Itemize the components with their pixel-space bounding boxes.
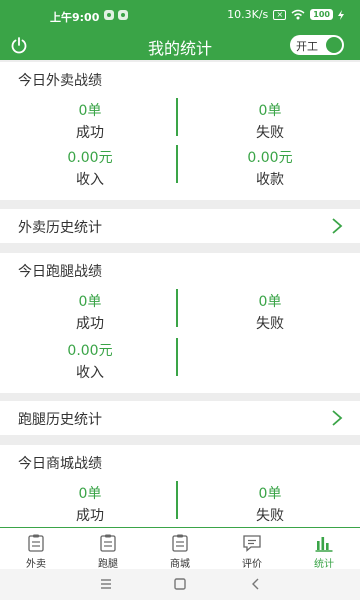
stat-label: 失败 bbox=[256, 508, 284, 524]
stat-label: 失败 bbox=[256, 316, 284, 332]
clipboard-icon bbox=[28, 534, 44, 552]
divider bbox=[176, 145, 178, 183]
takeaway-collect-stat: 0.00元 收款 bbox=[180, 147, 360, 189]
status-time: 上午9:00 bbox=[50, 11, 100, 24]
takeaway-success-stat: 0单 成功 bbox=[0, 100, 180, 142]
notification-icon bbox=[118, 10, 128, 20]
mall-fail-stat: 0单 失败 bbox=[180, 483, 360, 525]
stat-label: 成功 bbox=[76, 316, 104, 332]
bottom-tab-bar: 外卖 跑腿 商城 评价 统计 bbox=[0, 527, 360, 570]
tab-label: 评价 bbox=[242, 559, 262, 570]
stat-label: 成功 bbox=[76, 508, 104, 524]
stat-label: 成功 bbox=[76, 125, 104, 141]
errand-income-stat: 0.00元 收入 bbox=[0, 340, 180, 382]
takeaway-today-card: 今日外卖战绩 0单 成功 0单 失败 0.00元 收入 0.00元 收款 bbox=[0, 62, 360, 200]
tab-label: 统计 bbox=[314, 559, 334, 570]
comment-icon bbox=[243, 535, 261, 552]
chevron-right-icon bbox=[332, 218, 343, 234]
stat-label: 收入 bbox=[76, 365, 104, 381]
divider bbox=[176, 481, 178, 519]
back-icon[interactable] bbox=[248, 576, 264, 592]
bar-chart-icon bbox=[315, 537, 333, 552]
stat-value: 0单 bbox=[78, 103, 102, 119]
errand-today-card: 今日跑腿战绩 0单 成功 0单 失败 0.00元 收入 bbox=[0, 253, 360, 393]
card-title: 今日外卖战绩 bbox=[18, 73, 102, 89]
toggle-knob bbox=[326, 37, 342, 53]
divider bbox=[176, 338, 178, 376]
stat-value: 0单 bbox=[78, 486, 102, 502]
system-nav-bar bbox=[0, 569, 360, 600]
tab-mall[interactable]: 商城 bbox=[144, 533, 216, 570]
app-header: 我的统计 开工 bbox=[0, 30, 360, 60]
link-label: 外卖历史统计 bbox=[18, 220, 102, 236]
chevron-right-icon bbox=[332, 410, 343, 426]
tab-label: 商城 bbox=[170, 559, 190, 570]
takeaway-fail-stat: 0单 失败 bbox=[180, 100, 360, 142]
stat-value: 0单 bbox=[78, 294, 102, 310]
tab-errand[interactable]: 跑腿 bbox=[72, 533, 144, 570]
tab-label: 跑腿 bbox=[98, 559, 118, 570]
errand-history-link[interactable]: 跑腿历史统计 bbox=[0, 401, 360, 435]
charging-icon bbox=[338, 9, 344, 20]
status-bar: 上午9:00 10.3K/s × 100 bbox=[0, 0, 360, 30]
stat-value: 0.00元 bbox=[247, 150, 293, 166]
tab-label: 外卖 bbox=[26, 559, 46, 570]
notification-icon bbox=[104, 10, 114, 20]
stat-value: 0单 bbox=[258, 486, 282, 502]
stat-label: 失败 bbox=[256, 125, 284, 141]
card-title: 今日商城战绩 bbox=[18, 456, 102, 472]
menu-icon[interactable] bbox=[98, 576, 114, 592]
home-icon[interactable] bbox=[172, 576, 188, 592]
card-title: 今日跑腿战绩 bbox=[18, 264, 102, 280]
stat-value: 0.00元 bbox=[67, 343, 113, 359]
clipboard-icon bbox=[172, 534, 188, 552]
battery-icon: 100 bbox=[310, 9, 333, 20]
mall-today-card: 今日商城战绩 0单 成功 0单 失败 bbox=[0, 445, 360, 527]
stat-label: 收入 bbox=[76, 172, 104, 188]
errand-fail-stat: 0单 失败 bbox=[180, 291, 360, 333]
takeaway-income-stat: 0.00元 收入 bbox=[0, 147, 180, 189]
stat-value: 0.00元 bbox=[67, 150, 113, 166]
divider bbox=[176, 289, 178, 327]
tab-statistics[interactable]: 统计 bbox=[288, 533, 360, 570]
stat-value: 0单 bbox=[258, 103, 282, 119]
network-speed: 10.3K/s bbox=[227, 8, 269, 21]
link-label: 跑腿历史统计 bbox=[18, 412, 102, 428]
mall-success-stat: 0单 成功 bbox=[0, 483, 180, 525]
tab-reviews[interactable]: 评价 bbox=[216, 533, 288, 570]
sim-icon: × bbox=[273, 9, 287, 20]
clipboard-icon bbox=[100, 534, 116, 552]
divider bbox=[176, 98, 178, 136]
takeaway-history-link[interactable]: 外卖历史统计 bbox=[0, 209, 360, 243]
stat-label: 收款 bbox=[256, 172, 284, 188]
errand-success-stat: 0单 成功 bbox=[0, 291, 180, 333]
work-status-toggle[interactable]: 开工 bbox=[290, 35, 344, 55]
tab-takeaway[interactable]: 外卖 bbox=[0, 533, 72, 570]
wifi-icon bbox=[291, 9, 305, 20]
stat-value: 0单 bbox=[258, 294, 282, 310]
toggle-label: 开工 bbox=[296, 40, 318, 53]
